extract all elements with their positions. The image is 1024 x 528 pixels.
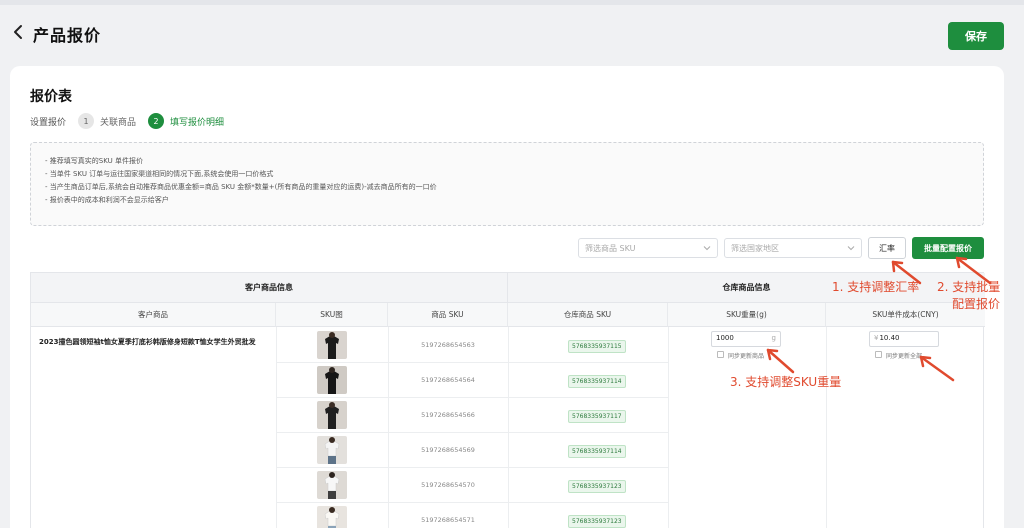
product-sku: 5197268654570 xyxy=(421,481,475,489)
product-sku: 5197268654569 xyxy=(421,446,475,454)
annotation-rate: 1. 支持调整汇率 xyxy=(832,280,920,294)
chevron-down-icon xyxy=(703,246,711,251)
sku-thumbnail[interactable] xyxy=(317,331,347,359)
sku-thumbnail[interactable] xyxy=(317,436,347,464)
annotation-weight: 3. 支持调整SKU重量 xyxy=(730,375,842,389)
cost-value: 10.40 xyxy=(879,334,900,342)
step-number-1[interactable]: 1 xyxy=(78,113,95,129)
product-name: 2023撞色圆领短袖t恤女夏季打底衫韩版修身短款T恤女学生外贸批发 xyxy=(39,338,256,346)
row-divider xyxy=(276,467,668,468)
batch-config-button[interactable]: 批量配置报价 xyxy=(912,237,984,259)
product-sku: 5197268654564 xyxy=(421,376,475,384)
step-indicator: 设置报价 1 关联商品 2 填写报价明细 xyxy=(30,112,224,130)
back-arrow-icon[interactable] xyxy=(10,23,28,41)
region-filter-select[interactable]: 筛选国家地区 xyxy=(724,238,862,258)
step-2-label[interactable]: 填写报价明细 xyxy=(170,115,224,128)
exchange-rate-button[interactable]: 汇率 xyxy=(868,237,906,259)
annotation-batch-line2: 配置报价 xyxy=(952,297,1001,311)
sync-weight-checkbox[interactable] xyxy=(717,351,724,358)
region-filter-placeholder: 筛选国家地区 xyxy=(731,244,779,253)
column-divider xyxy=(668,327,669,528)
step-number-2[interactable]: 2 xyxy=(148,113,165,129)
chevron-down-icon xyxy=(847,246,855,251)
notes-box: - 推荐填写真实的SKU 单件报价 - 当单件 SKU 订单与运往国家渠道相同的… xyxy=(30,142,984,226)
card-title: 报价表 xyxy=(30,89,72,105)
col-warehouse-sku: 仓库商品 SKU xyxy=(508,303,668,327)
weight-value: 1000 xyxy=(716,334,734,342)
cost-currency: ¥ xyxy=(874,334,879,342)
page-title: 产品报价 xyxy=(33,26,102,45)
sync-weight-label: 同步更新商品 xyxy=(728,353,765,360)
column-divider xyxy=(388,327,389,528)
row-divider xyxy=(276,397,668,398)
product-sku: 5197268654571 xyxy=(421,516,475,524)
col-sku-weight: SKU重量(g) xyxy=(668,303,826,327)
note-line: - 推荐填写真实的SKU 单件报价 xyxy=(45,157,143,165)
warehouse-sku-badge: 5768335937114 xyxy=(568,375,626,388)
product-sku: 5197268654563 xyxy=(421,341,475,349)
save-button[interactable]: 保存 xyxy=(948,22,1004,50)
quote-card: 报价表 设置报价 1 关联商品 2 填写报价明细 - 推荐填写真实的SKU 单件… xyxy=(10,66,1004,528)
sku-filter-select[interactable]: 筛选商品 SKU xyxy=(578,238,718,258)
warehouse-sku-badge: 5768335937123 xyxy=(568,515,626,528)
group-header-customer: 客户商品信息 xyxy=(31,273,508,303)
sku-thumbnail[interactable] xyxy=(317,366,347,394)
sku-weight-input[interactable]: 1000 g xyxy=(711,331,781,347)
column-divider xyxy=(276,327,277,528)
row-divider xyxy=(276,362,668,363)
row-divider xyxy=(276,502,668,503)
col-customer-product: 客户商品 xyxy=(31,303,276,327)
warehouse-sku-badge: 5768335937117 xyxy=(568,410,626,423)
warehouse-sku-badge: 5768335937115 xyxy=(568,340,626,353)
warehouse-sku-badge: 5768335937123 xyxy=(568,480,626,493)
sync-cost-label: 同步更新全部 xyxy=(886,353,923,360)
note-line: - 当产生商品订单后,系统会自动推荐商品优惠金额=商品 SKU 金额*数量+(所… xyxy=(45,183,437,191)
column-divider xyxy=(508,327,509,528)
note-line: - 报价表中的成本和利润不会显示给客户 xyxy=(45,196,169,204)
annotation-batch-line1: 2. 支持批量 xyxy=(937,280,1001,294)
sync-cost-checkbox[interactable] xyxy=(875,351,882,358)
warehouse-sku-badge: 5768335937114 xyxy=(568,445,626,458)
product-sku: 5197268654566 xyxy=(421,411,475,419)
col-sku-image: SKU图 xyxy=(276,303,388,327)
step-1-label[interactable]: 关联商品 xyxy=(100,115,136,128)
row-divider xyxy=(276,432,668,433)
sku-thumbnail[interactable] xyxy=(317,471,347,499)
quote-table: 客户商品信息 仓库商品信息 客户商品 SKU图 商品 SKU 仓库商品 SKU … xyxy=(30,272,985,528)
weight-unit: g xyxy=(771,334,776,342)
step-label: 设置报价 xyxy=(30,117,67,128)
sku-thumbnail[interactable] xyxy=(317,506,347,528)
column-divider xyxy=(826,327,827,528)
sku-cost-input[interactable]: ¥10.40 xyxy=(869,331,939,347)
sku-filter-placeholder: 筛选商品 SKU xyxy=(585,244,636,253)
note-line: - 当单件 SKU 订单与运往国家渠道相同的情况下面,系统会使用一口价格式 xyxy=(45,170,274,178)
col-product-sku: 商品 SKU xyxy=(388,303,508,327)
page-header: 产品报价 保存 xyxy=(0,5,1024,57)
sku-thumbnail[interactable] xyxy=(317,401,347,429)
